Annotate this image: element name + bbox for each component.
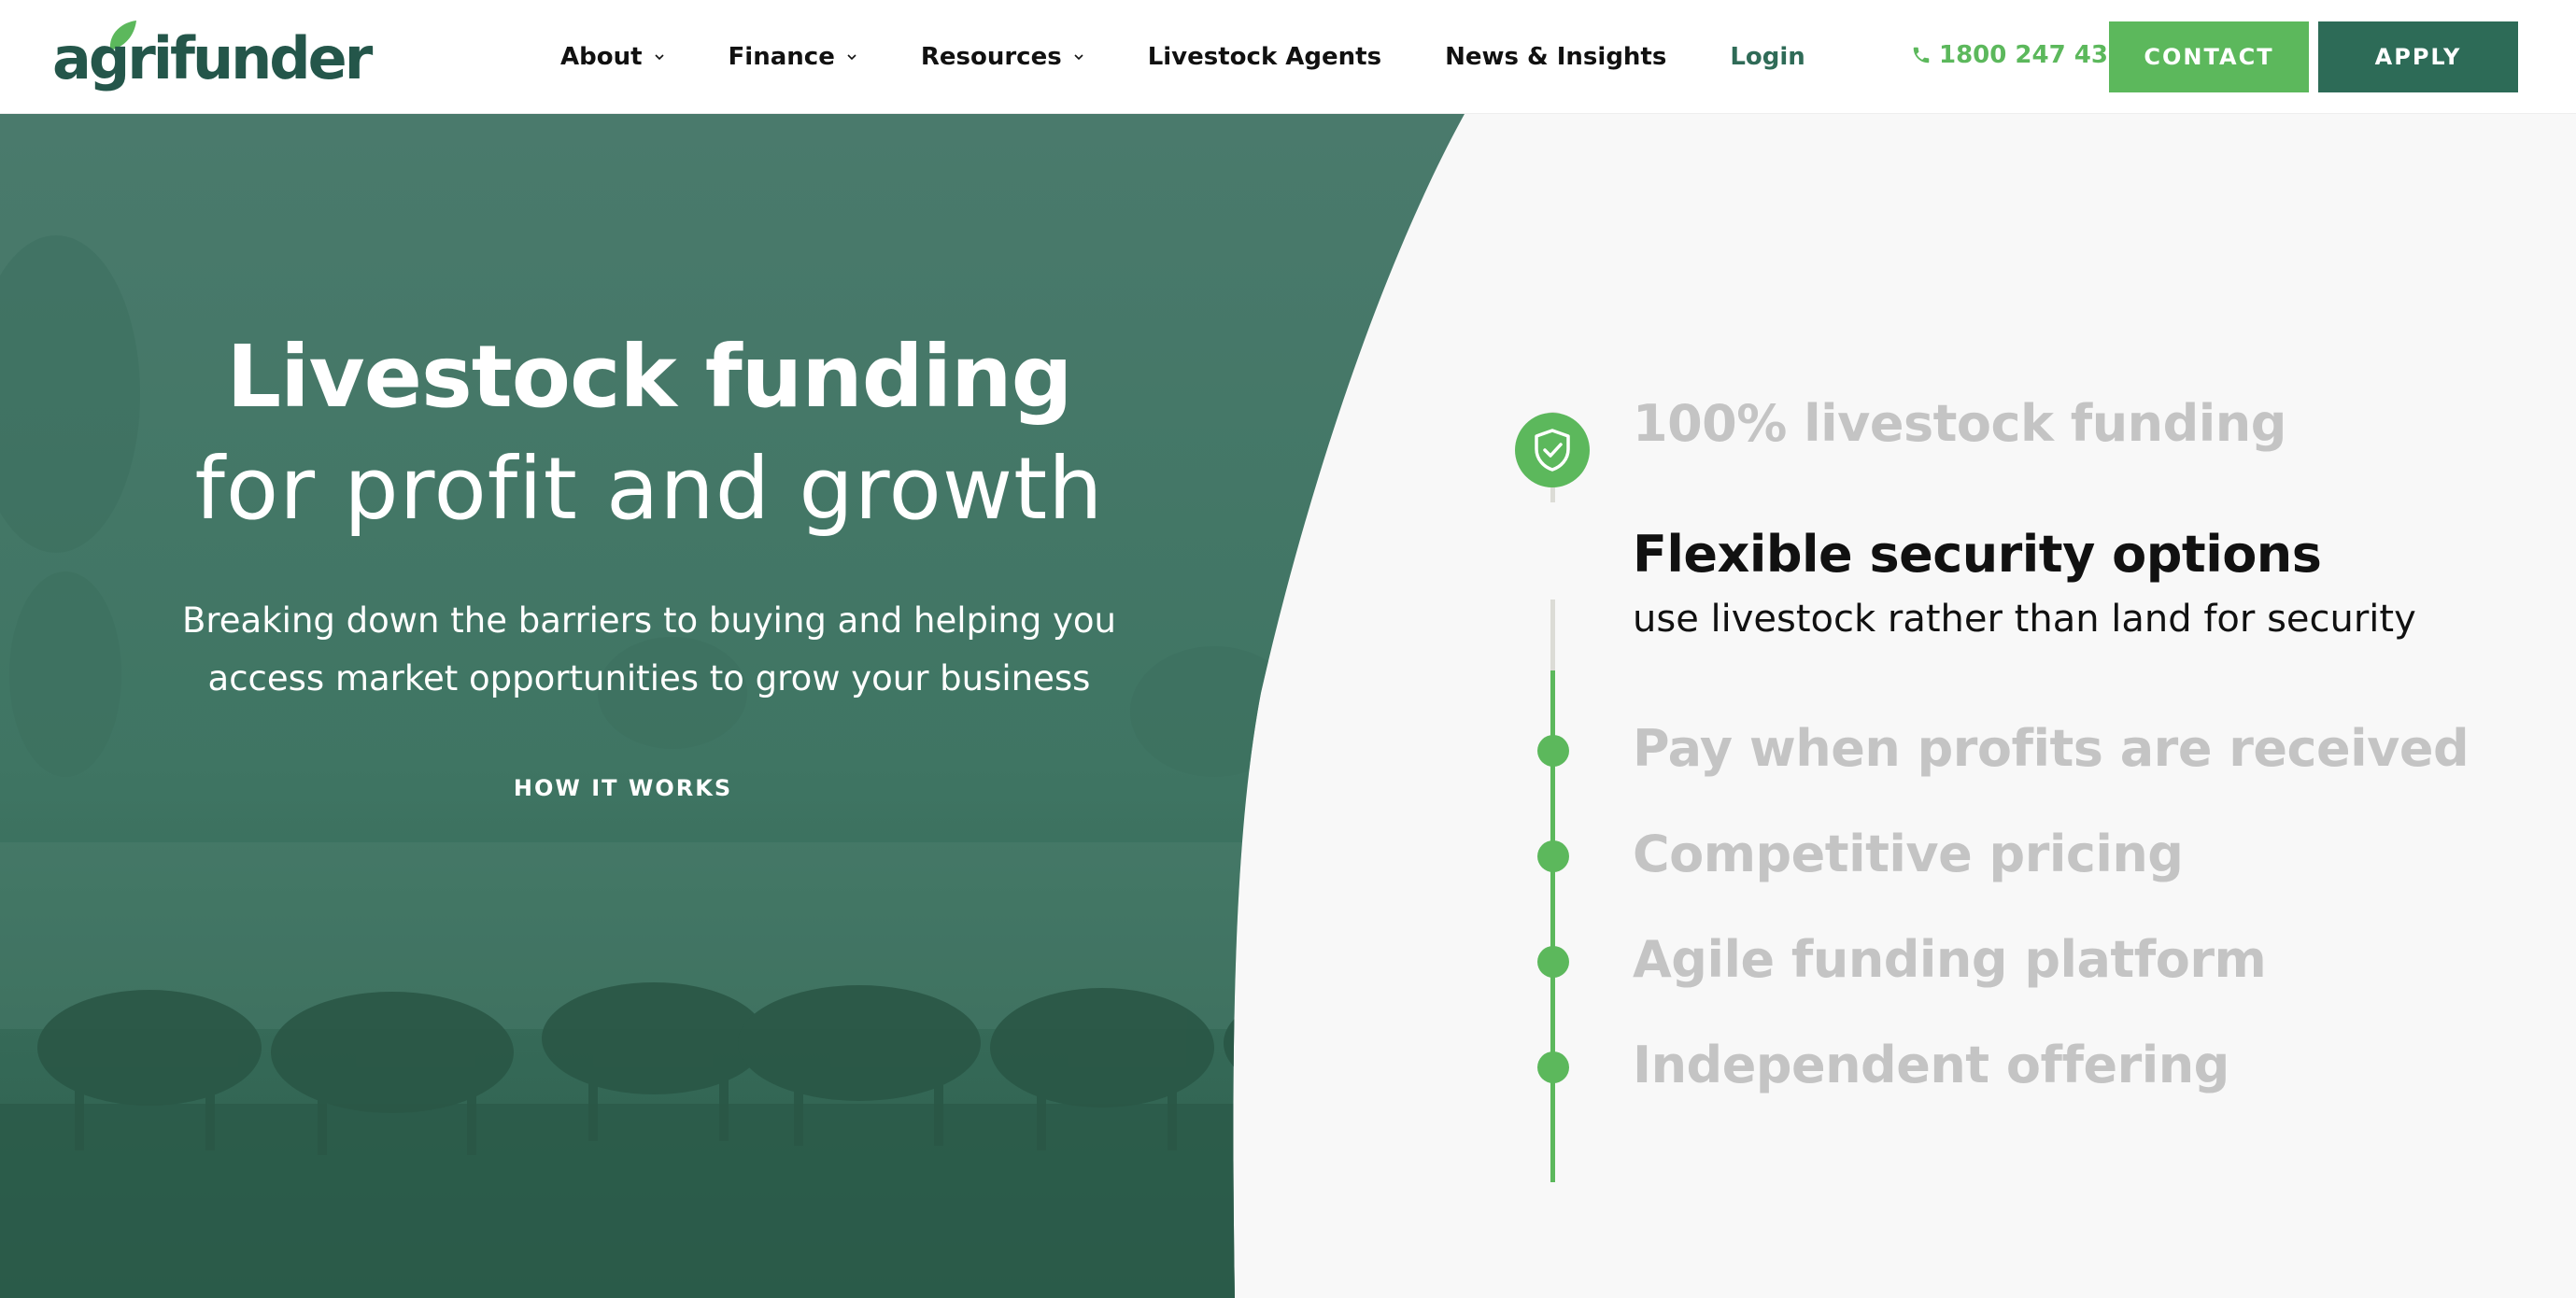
nav-item-finance[interactable]: Finance [729, 43, 857, 71]
feature-active-description: use livestock rather than land for secur… [1633, 598, 2416, 641]
nav-item-label: Finance [728, 43, 835, 71]
phone-number: 1800 247 438 [1939, 41, 2126, 69]
timeline-dot[interactable] [1537, 840, 1569, 872]
feature-100-livestock-funding[interactable]: 100% livestock funding [1633, 394, 2286, 453]
how-it-works-link[interactable]: HOW IT WORKS [448, 775, 798, 801]
apply-button[interactable]: APPLY [2318, 21, 2518, 92]
nav-item-livestock-agents[interactable]: Livestock Agents [1148, 43, 1381, 71]
timeline-dot-active[interactable] [1515, 413, 1590, 487]
timeline-dot[interactable] [1537, 1051, 1569, 1083]
phone-link[interactable]: 1800 247 438 [1911, 41, 2125, 69]
nav-item-resources[interactable]: Resources [921, 43, 1084, 71]
hero-title-bold: Livestock funding [226, 327, 1073, 427]
main-nav: About Finance Resources Livestock Agents… [560, 0, 1869, 114]
shield-check-icon [1535, 429, 1570, 472]
nav-item-label: Livestock Agents [1147, 43, 1382, 71]
hero-subtitle-line1: Breaking down the barriers to buying and… [182, 600, 1116, 641]
feature-agile-platform[interactable]: Agile funding platform [1633, 930, 2267, 989]
phone-icon [1913, 47, 1930, 63]
hero-subtitle-line2: access market opportunities to grow your… [207, 658, 1091, 698]
logo-wordmark: agrifunder [52, 23, 373, 92]
nav-item-about[interactable]: About [560, 43, 665, 71]
chevron-down-icon [1074, 54, 1083, 61]
site-header: agrifunder About Finance Resources Lives… [0, 0, 2576, 114]
contact-button[interactable]: CONTACT [2109, 21, 2309, 92]
agrifunder-logo[interactable]: agrifunder [52, 15, 373, 101]
hero-section: Livestock funding for profit and growth … [0, 114, 2576, 1298]
timeline-dot[interactable] [1537, 946, 1569, 978]
login-link[interactable]: Login [1730, 43, 1805, 71]
chevron-down-icon [654, 54, 664, 61]
nav-item-label: About [560, 43, 643, 71]
hero-title-light: for profit and growth [194, 439, 1104, 539]
feature-flexible-security[interactable]: Flexible security options [1633, 525, 2322, 584]
feature-competitive-pricing[interactable]: Competitive pricing [1633, 825, 2184, 883]
nav-item-label: Resources [920, 43, 1062, 71]
chevron-down-icon [847, 54, 856, 61]
nav-item-news-insights[interactable]: News & Insights [1445, 43, 1666, 71]
nav-item-label: News & Insights [1445, 43, 1667, 71]
feature-pay-when-profits[interactable]: Pay when profits are received [1633, 719, 2470, 778]
timeline-dot[interactable] [1537, 735, 1569, 767]
feature-independent-offering[interactable]: Independent offering [1633, 1036, 2229, 1094]
